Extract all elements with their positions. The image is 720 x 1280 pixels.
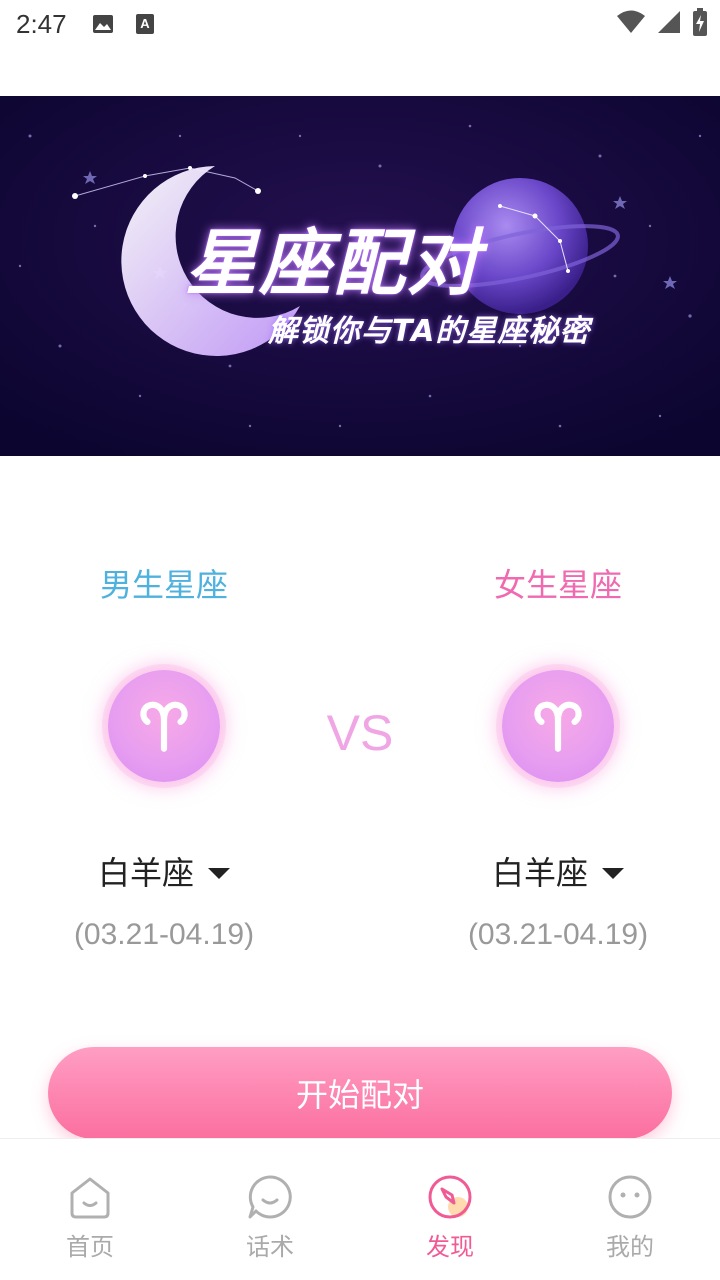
nav-item-home[interactable]: 首页	[0, 1139, 180, 1280]
aries-icon	[534, 701, 582, 752]
start-match-button[interactable]: 开始配对	[48, 1047, 672, 1139]
status-right-icons	[616, 8, 708, 40]
aries-icon	[140, 701, 188, 752]
caret-down-icon	[602, 867, 624, 879]
male-sign-dropdown[interactable]: 白羊座	[4, 848, 324, 894]
male-sign-name: 白羊座	[97, 854, 194, 892]
image-icon	[91, 12, 115, 36]
nav-label: 话术	[246, 1233, 294, 1261]
banner-subtitle: 解锁你与TA的星座秘密	[268, 314, 591, 349]
status-time: 2:47	[16, 8, 67, 39]
nav-label: 首页	[66, 1233, 114, 1261]
signal-icon	[656, 9, 682, 39]
banner-title: 星座配对	[185, 221, 482, 305]
wifi-icon	[616, 9, 646, 39]
a-text-icon: A	[133, 12, 157, 36]
female-sign-dropdown[interactable]: 白羊座	[398, 848, 718, 894]
chat-bubble-icon	[248, 1175, 292, 1219]
male-zodiac-heading: 男生星座	[99, 566, 228, 604]
nav-item-discover[interactable]: 发现	[360, 1139, 540, 1280]
male-sign-date-range: (03.21-04.19)	[73, 918, 255, 951]
battery-charging-icon	[692, 8, 708, 40]
male-sign-badge[interactable]	[108, 670, 220, 782]
caret-down-icon	[208, 867, 230, 879]
nav-item-scripts[interactable]: 话术	[180, 1139, 360, 1280]
female-sign-date-range: (03.21-04.19)	[467, 918, 649, 951]
nav-label: 发现	[426, 1233, 474, 1261]
nav-label: 我的	[606, 1233, 654, 1261]
svg-text:A: A	[140, 16, 150, 31]
home-face-icon	[70, 1177, 110, 1219]
vs-label: VS	[326, 705, 394, 761]
profile-face-icon	[608, 1175, 652, 1219]
female-sign-name: 白羊座	[491, 854, 588, 892]
compass-icon	[428, 1175, 472, 1219]
female-zodiac-heading: 女生星座	[493, 566, 622, 604]
bottom-nav: 首页 话术 发现 我的	[0, 1138, 720, 1280]
status-bar: 2:47 A	[0, 0, 720, 48]
nav-item-mine[interactable]: 我的	[540, 1139, 720, 1280]
female-sign-badge[interactable]	[502, 670, 614, 782]
constellation-banner: 星座配对 解锁你与TA的星座秘密	[0, 96, 720, 456]
